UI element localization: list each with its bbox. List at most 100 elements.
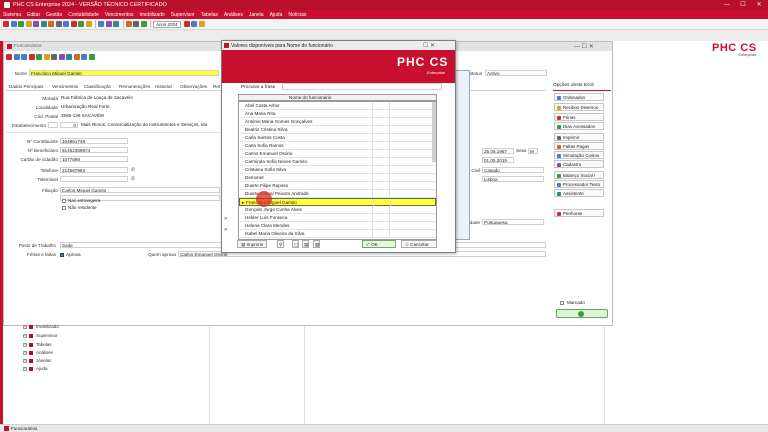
beneficiario-field[interactable]: 91452369874 [60,147,128,153]
add-record-icon[interactable] [36,54,42,60]
contribuinte-field[interactable]: 164861748 [60,138,128,144]
estabelecimento-name[interactable]: Mais Rimos, Comercialização de Instrumen… [80,122,220,128]
aprova-checkbox[interactable] [60,253,64,257]
dias-acessados-button[interactable]: Dias Acessados [554,122,604,130]
list-item[interactable]: Isabel Maria Oliveira da Silva [239,230,436,238]
ok-button[interactable]: ✔ OK [362,240,396,248]
alert-icon[interactable] [70,21,77,27]
form-window-controls[interactable]: — ☐ ✕ [574,43,594,50]
search-input[interactable] [282,83,442,90]
menu-ajuda[interactable]: Ajuda [270,12,283,18]
menu-sistema[interactable]: Sistema [3,12,21,18]
menu-tabelas[interactable]: Tabelas [201,12,218,18]
folder-icon[interactable] [25,21,32,27]
cancel-button[interactable]: ⊘ Cancelar [401,240,437,248]
nacionalidade-field[interactable]: Portuguesa [482,219,544,225]
data-nascimento-field[interactable]: 25.06.1967 [482,148,514,154]
tab-remuneracoes[interactable]: Remunerações [119,84,150,89]
simulacao-custos-button[interactable]: Simulação Custos [554,151,604,159]
confirm-button[interactable] [556,309,608,318]
delete-record-icon[interactable] [51,54,57,60]
telefone-field[interactable]: 214567963 [60,167,128,173]
refresh-icon[interactable] [18,21,24,27]
close-button[interactable]: ✕ [752,0,766,10]
list-item[interactable]: Carminda Sofia Neves Gamito [239,158,436,166]
mail-icon[interactable] [63,21,69,27]
move-up-icon[interactable]: » [224,216,227,222]
first-record-icon[interactable] [6,54,12,60]
list-item[interactable]: Cristiana Sofia Silva [239,166,436,174]
names-list[interactable]: Abel Costa Arbur Ana Maria Rita António Ma… [238,101,437,240]
filiacao-field[interactable]: Carlos Miguel Gamito [60,187,220,193]
print-button[interactable]: ▦ Imprimir [237,240,268,248]
cadastro-button[interactable]: Cadastro [554,160,604,168]
last-record-icon[interactable] [28,54,35,60]
list-view-button[interactable]: ▤ [302,240,309,248]
ferias-button[interactable]: Férias [554,113,604,121]
tab-observacoes[interactable]: Observações [180,84,207,89]
notes-icon[interactable] [48,21,54,27]
list-item[interactable]: Demonet [239,174,436,182]
list-item[interactable]: Carla Santos Costa [239,134,436,142]
tab-dados-principais[interactable]: Dados Principais [9,84,43,89]
menu-gestao[interactable]: Gestão [46,12,62,18]
year-selector[interactable]: Anos 2024 [153,20,181,28]
localidade-field[interactable]: Urbanização Real Forte [60,104,218,110]
nome-field[interactable]: Francisco Miguel Gamito [29,70,219,76]
menu-editar[interactable]: Editar [27,12,40,18]
status-field[interactable]: Activo [485,70,547,76]
check-icon[interactable] [140,21,147,27]
print-record-icon[interactable] [73,54,80,60]
list-item[interactable]: Duarte Filipe Raposo [239,182,436,190]
estado-civil-field[interactable]: Casado [482,167,544,173]
tab-classificacao[interactable]: Classificação [84,84,111,89]
dialog-window-controls[interactable]: ☐ ✕ [423,42,435,49]
telemovel-field[interactable] [60,176,128,182]
list-icon[interactable] [81,54,87,60]
column-header[interactable]: Nome do funcionário [238,94,437,101]
zoom-button[interactable]: ⚲ [277,240,284,248]
ordenados-button[interactable]: Ordenados [554,93,604,101]
nao-residente-checkbox[interactable] [62,206,66,210]
sexo-field[interactable]: M [528,148,538,154]
nac-estrangeira-checkbox[interactable] [62,199,66,203]
next-record-icon[interactable] [21,54,27,60]
list-item[interactable]: Carlos Emanuel Osório [239,150,436,158]
info-icon[interactable] [198,21,205,27]
estabelecimento-code[interactable]: 0 [60,122,78,128]
mobile-icon[interactable]: ✆ [131,176,135,182]
menu-imobilizado[interactable]: Imobilizado [139,12,164,18]
chart-icon[interactable] [78,21,84,27]
menu-analises[interactable]: Análises [224,12,243,18]
tree-item-ajuda[interactable]: + Ajuda [23,366,48,371]
cartao-cidadao-field[interactable]: 1077899 [60,156,128,162]
marcado-checkbox[interactable] [560,301,564,305]
list-scrollbar[interactable] [432,102,436,162]
find-record-icon[interactable] [58,54,65,60]
menu-vencimentos[interactable]: Vencimentos [105,12,134,18]
prev-record-icon[interactable] [13,54,20,60]
list-item[interactable]: Helena Clara Mendes [239,222,436,230]
recibos-diversos-button[interactable]: Recibos Diversos [554,103,604,111]
help-icon[interactable] [191,21,198,27]
search-icon[interactable] [33,21,39,27]
data-admissao-field[interactable]: 01.05.2019 [482,157,514,163]
balanco-social-button[interactable]: Balanço Social / RU [554,171,604,185]
export-icon[interactable] [88,54,95,60]
list-item[interactable]: Helder Luís Fonseca [239,214,436,222]
calendar-icon[interactable] [40,21,47,27]
edit-record-icon[interactable] [43,54,50,60]
star-icon[interactable] [85,21,92,27]
list-item[interactable]: Ana Maria Rita [239,110,436,118]
menu-janela[interactable]: Janela [249,12,264,18]
home-icon[interactable] [183,21,190,27]
menu-noticias[interactable]: Notícias [288,12,306,18]
tree-item-janelas[interactable]: + Janelas [23,358,52,363]
morada-field[interactable]: Rua Fábrica de Louça de Sacavém [60,95,218,101]
tab-ret[interactable]: Ret [213,84,220,89]
phone-icon[interactable]: ✆ [131,167,135,173]
lock-icon[interactable] [125,21,132,27]
table-icon[interactable] [113,21,119,27]
assistente-button[interactable]: Assistente [554,189,604,197]
estabelecimento-selector[interactable] [48,122,58,128]
